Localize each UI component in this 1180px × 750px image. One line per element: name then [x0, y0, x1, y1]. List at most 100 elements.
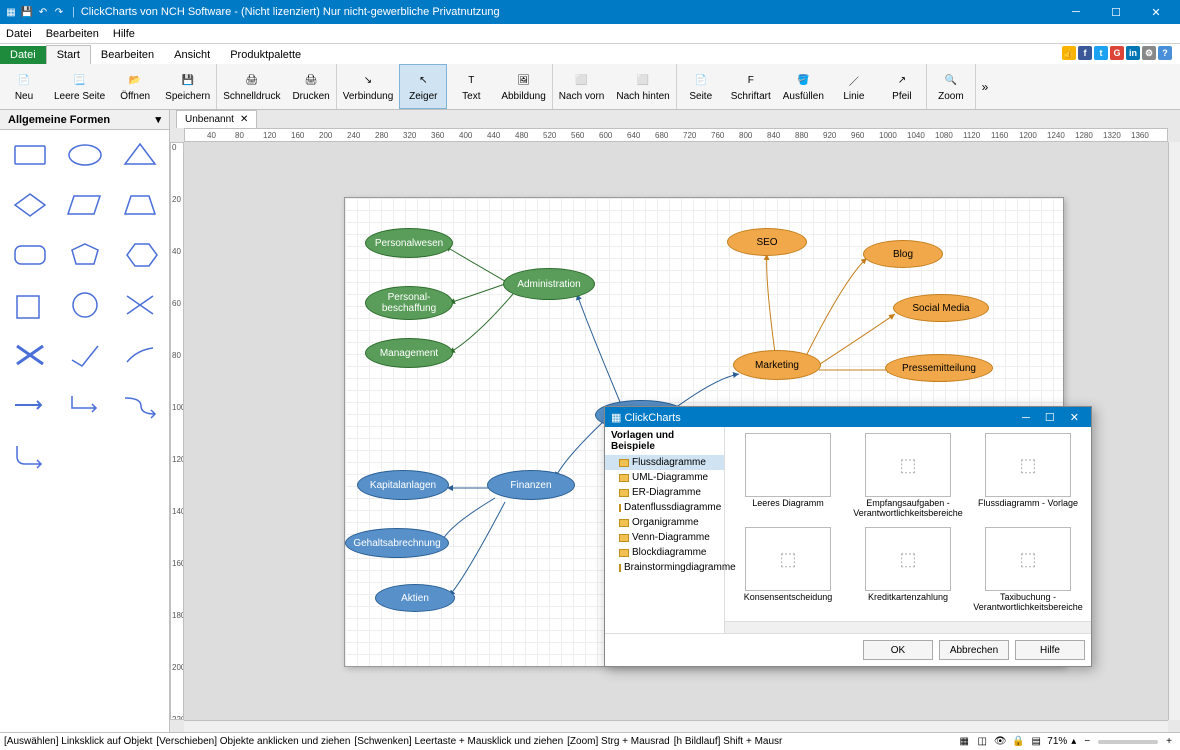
template-2[interactable]: ⬚Flussdiagramm - Vorlage [971, 433, 1085, 521]
node-seo[interactable]: SEO [727, 228, 807, 256]
snap-icon[interactable]: ◫ [975, 735, 989, 749]
shapes-panel-header[interactable]: Allgemeine Formen ▾ [0, 110, 169, 130]
zoom-in-button[interactable]: + [1162, 736, 1176, 747]
ribbon-tab-bearbeiten[interactable]: Bearbeiten [91, 46, 164, 64]
tree-item-venn-diagramme[interactable]: Venn-Diagramme [605, 530, 724, 545]
linkedin-icon[interactable]: in [1126, 46, 1140, 60]
minimize-button[interactable]: ─ [1056, 0, 1096, 24]
dialog-horizontal-scrollbar[interactable] [725, 621, 1091, 633]
shape-2[interactable] [114, 138, 165, 172]
node-management[interactable]: Management [365, 338, 453, 368]
shape-13[interactable] [59, 338, 110, 372]
shape-7[interactable] [59, 238, 110, 272]
tree-item-blockdiagramme[interactable]: Blockdiagramme [605, 545, 724, 560]
ribbon-text-button[interactable]: TText [447, 64, 495, 109]
tree-item-flussdiagramme[interactable]: Flussdiagramme [605, 455, 724, 470]
ribbon-neu-button[interactable]: 📄Neu [0, 64, 48, 109]
dialog-ok-button[interactable]: OK [863, 640, 933, 660]
shape-3[interactable] [4, 188, 55, 222]
tree-item-er-diagramme[interactable]: ER-Diagramme [605, 485, 724, 500]
tree-item-brainstormingdiagramme[interactable]: Brainstormingdiagramme [605, 560, 724, 575]
node-blog[interactable]: Blog [863, 240, 943, 268]
close-tab-icon[interactable]: ✕ [240, 114, 248, 125]
close-button[interactable]: ✕ [1136, 0, 1176, 24]
ribbon-seite-button[interactable]: 📄Seite [677, 64, 725, 109]
template-1[interactable]: ⬚Empfangsaufgaben - Verantwortlichkeitsb… [851, 433, 965, 521]
ribbon-schriftart-button[interactable]: FSchriftart [725, 64, 777, 109]
ribbon-tab-file[interactable]: Datei [0, 46, 46, 64]
thumbs-up-icon[interactable]: 👍 [1062, 46, 1076, 60]
ribbon-tab-start[interactable]: Start [46, 45, 91, 64]
ribbon-leere-seite-button[interactable]: 📃Leere Seite [48, 64, 111, 109]
document-tab[interactable]: Unbenannt ✕ [176, 110, 257, 128]
dialog-maximize-button[interactable]: ☐ [1039, 412, 1061, 424]
node-marketing[interactable]: Marketing [733, 350, 821, 380]
help-icon[interactable]: ? [1158, 46, 1172, 60]
zoom-out-button[interactable]: − [1080, 736, 1094, 747]
node-personalwesen[interactable]: Personalwesen [365, 228, 453, 258]
ribbon-zeiger-button[interactable]: ↖Zeiger [399, 64, 447, 109]
twitter-icon[interactable]: t [1094, 46, 1108, 60]
node-gehaltsabrechnung[interactable]: Gehaltsabrechnung [345, 528, 449, 558]
shape-9[interactable] [4, 288, 55, 322]
menu-datei[interactable]: Datei [6, 28, 32, 40]
grid-icon[interactable]: ▦ [957, 735, 971, 749]
dialog-title-bar[interactable]: ▦ ClickCharts ─ ☐ ✕ [605, 407, 1091, 427]
ribbon-speichern-button[interactable]: 💾Speichern [159, 64, 216, 109]
vertical-scrollbar[interactable] [1168, 142, 1180, 720]
ribbon-more-button[interactable]: » [976, 80, 994, 94]
ribbon-abbildung-button[interactable]: 🖼Abbildung [495, 64, 551, 109]
qat-undo-icon[interactable]: ↶ [36, 5, 50, 19]
ribbon-verbindung-button[interactable]: ↘Verbindung [337, 64, 400, 109]
lock-icon[interactable]: 🔒 [1011, 735, 1025, 749]
shape-6[interactable] [4, 238, 55, 272]
ribbon-tab-ansicht[interactable]: Ansicht [164, 46, 220, 64]
zoom-slider[interactable] [1098, 740, 1158, 744]
node-administration[interactable]: Administration [503, 268, 595, 300]
shape-5[interactable] [114, 188, 165, 222]
zoom-chevron-icon[interactable]: ▴ [1071, 736, 1076, 747]
shape-12[interactable] [4, 338, 55, 372]
shape-4[interactable] [59, 188, 110, 222]
node-finanzen[interactable]: Finanzen [487, 470, 575, 500]
horizontal-scrollbar[interactable] [184, 720, 1168, 732]
shape-17[interactable] [114, 388, 165, 422]
dialog-close-button[interactable]: ✕ [1064, 412, 1085, 424]
shape-14[interactable] [114, 338, 165, 372]
shape-18[interactable] [4, 438, 55, 472]
facebook-icon[interactable]: f [1078, 46, 1092, 60]
node-kapitalanlagen[interactable]: Kapitalanlagen [357, 470, 449, 500]
template-5[interactable]: ⬚Taxibuchung - Verantwortlichkeitsbereic… [971, 527, 1085, 615]
dialog-cancel-button[interactable]: Abbrechen [939, 640, 1009, 660]
dialog-minimize-button[interactable]: ─ [1016, 412, 1036, 424]
node-social-media[interactable]: Social Media [893, 294, 989, 322]
ribbon-tab-produktpalette[interactable]: Produktpalette [220, 46, 311, 64]
qat-redo-icon[interactable]: ↷ [52, 5, 66, 19]
dialog-help-button[interactable]: Hilfe [1015, 640, 1085, 660]
shape-8[interactable] [114, 238, 165, 272]
ribbon-öffnen-button[interactable]: 📂Öffnen [111, 64, 159, 109]
node-pressemitteilung[interactable]: Pressemitteilung [885, 354, 993, 382]
ribbon-drucken-button[interactable]: 🖨Drucken [286, 64, 335, 109]
template-3[interactable]: ⬚Konsensentscheidung [731, 527, 845, 615]
ribbon-nach-vorn-button[interactable]: ⬜Nach vorn [553, 64, 611, 109]
ribbon-zoom-button[interactable]: 🔍Zoom [927, 64, 975, 109]
maximize-button[interactable]: ☐ [1096, 0, 1136, 24]
menu-bearbeiten[interactable]: Bearbeiten [46, 28, 99, 40]
ribbon-schnelldruck-button[interactable]: 🖨Schnelldruck [217, 64, 286, 109]
menu-hilfe[interactable]: Hilfe [113, 28, 135, 40]
shape-10[interactable] [59, 288, 110, 322]
eye-icon[interactable]: 👁 [993, 735, 1007, 749]
tree-item-organigramme[interactable]: Organigramme [605, 515, 724, 530]
template-4[interactable]: ⬚Kreditkartenzahlung [851, 527, 965, 615]
shape-0[interactable] [4, 138, 55, 172]
settings-icon[interactable]: ⚙ [1142, 46, 1156, 60]
node-personalbeschaffung[interactable]: Personal- beschaffung [365, 286, 453, 320]
shape-1[interactable] [59, 138, 110, 172]
ribbon-pfeil-button[interactable]: ↗Pfeil [878, 64, 926, 109]
ribbon-nach-hinten-button[interactable]: ⬜Nach hinten [610, 64, 675, 109]
tree-item-datenflussdiagramme[interactable]: Datenflussdiagramme [605, 500, 724, 515]
ribbon-linie-button[interactable]: ／Linie [830, 64, 878, 109]
ribbon-ausfüllen-button[interactable]: 🪣Ausfüllen [777, 64, 830, 109]
template-0[interactable]: Leeres Diagramm [731, 433, 845, 521]
